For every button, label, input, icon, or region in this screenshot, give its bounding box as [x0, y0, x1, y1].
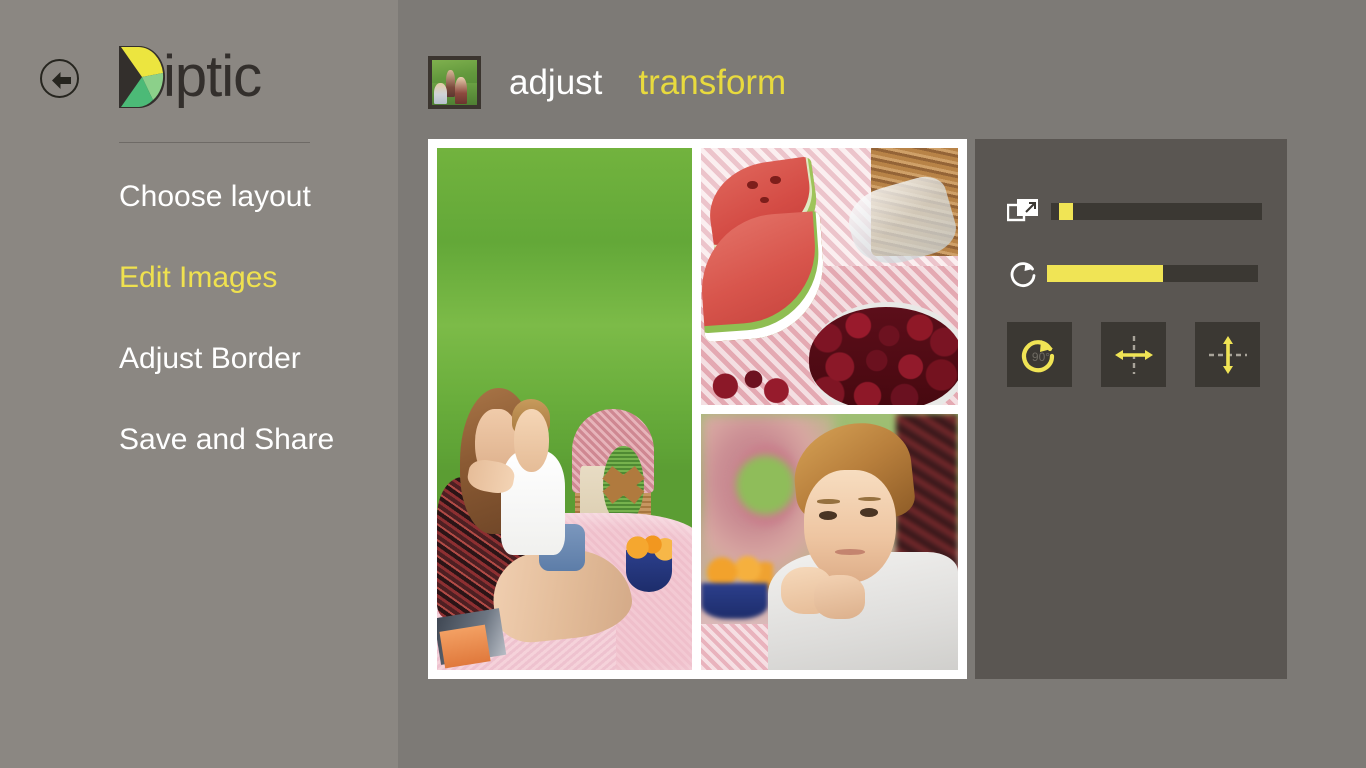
- rotate-90-icon: 90°: [1021, 339, 1054, 372]
- flip-vertical-icon: [1208, 335, 1247, 374]
- app-logo: iptic: [119, 44, 262, 110]
- photo-mother-and-child: [437, 148, 692, 670]
- diptic-d-logo-icon: [119, 46, 165, 108]
- collage-canvas[interactable]: [428, 139, 967, 679]
- rotate-slider-row: [1007, 256, 1258, 290]
- flip-horizontal-icon: [1114, 335, 1153, 374]
- scale-resize-icon: [1006, 194, 1041, 228]
- rotate-icon: [1007, 256, 1041, 290]
- arrow-left-icon: [52, 72, 71, 89]
- selected-photo-thumbnail[interactable]: [428, 56, 481, 109]
- sidebar-item-adjust-border[interactable]: Adjust Border: [119, 338, 379, 380]
- collage-cell-right-top[interactable]: [701, 148, 958, 405]
- transform-panel: 90°: [975, 139, 1287, 679]
- flip-vertical-button[interactable]: [1195, 322, 1260, 387]
- app-logo-text: iptic: [163, 44, 262, 109]
- collage-cell-right-bottom[interactable]: [701, 413, 958, 670]
- scale-slider-row: [1006, 194, 1262, 228]
- photo-watermelon-cherries: [701, 148, 958, 405]
- photo-boy-closeup: [701, 413, 958, 670]
- sidebar-item-save-and-share[interactable]: Save and Share: [119, 419, 379, 461]
- sidebar-divider: [119, 142, 310, 143]
- rotate-slider-fill: [1047, 264, 1164, 282]
- sidebar: iptic Choose layout Edit Images Adjust B…: [0, 0, 398, 768]
- scale-slider-track[interactable]: [1051, 202, 1262, 220]
- scale-slider-handle[interactable]: [1058, 202, 1073, 220]
- tab-transform[interactable]: transform: [638, 56, 786, 109]
- tab-adjust[interactable]: adjust: [509, 56, 602, 109]
- back-button[interactable]: [40, 59, 79, 98]
- collage-cell-left[interactable]: [437, 148, 692, 670]
- sidebar-item-edit-images[interactable]: Edit Images: [119, 257, 379, 299]
- flip-horizontal-button[interactable]: [1101, 322, 1166, 387]
- rotate-slider-track[interactable]: [1047, 264, 1258, 282]
- svg-text:90°: 90°: [1031, 350, 1049, 364]
- editor-toolbar: adjust transform: [428, 56, 786, 109]
- sidebar-menu: Choose layout Edit Images Adjust Border …: [119, 176, 379, 500]
- sidebar-item-choose-layout[interactable]: Choose layout: [119, 176, 379, 218]
- main-content: adjust transform 90°: [398, 0, 1366, 768]
- transform-button-row: 90°: [1007, 322, 1260, 387]
- rotate-90-button[interactable]: 90°: [1007, 322, 1072, 387]
- collage-right-column: [701, 148, 958, 670]
